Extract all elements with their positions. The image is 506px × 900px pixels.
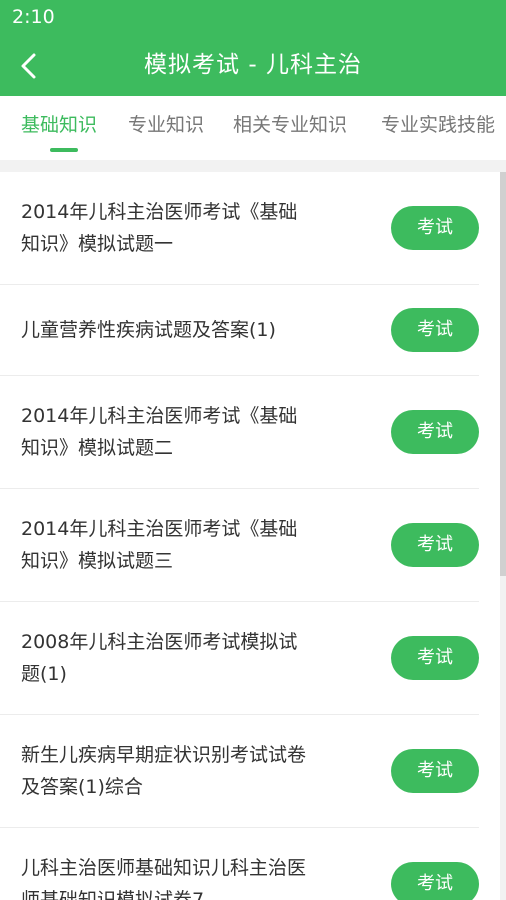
back-button[interactable] <box>14 50 46 82</box>
exam-button[interactable]: 考试 <box>391 410 479 454</box>
list-item: 新生儿疾病早期症状识别考试试卷及答案(1)综合 考试 <box>0 715 479 828</box>
exam-button[interactable]: 考试 <box>391 523 479 567</box>
app-bar: 模拟考试 - 儿科主治 <box>0 34 506 96</box>
tab-practical-skills[interactable]: 专业实践技能 <box>381 96 495 160</box>
exam-title: 儿科主治医师基础知识儿科主治医师基础知识模拟试卷7 <box>21 857 307 900</box>
exam-button[interactable]: 考试 <box>391 862 479 900</box>
scrollbar[interactable] <box>500 172 506 576</box>
exam-button[interactable]: 考试 <box>391 749 479 793</box>
exam-title: 2008年儿科主治医师考试模拟试题(1) <box>21 631 298 685</box>
status-bar: 2:10 <box>0 0 506 34</box>
tab-related-knowledge[interactable]: 相关专业知识 <box>233 96 347 160</box>
list-item: 2014年儿科主治医师考试《基础知识》模拟试题三 考试 <box>0 489 479 602</box>
exam-title: 2014年儿科主治医师考试《基础知识》模拟试题二 <box>21 405 298 459</box>
exam-button[interactable]: 考试 <box>391 636 479 680</box>
status-time: 2:10 <box>12 6 55 28</box>
chevron-left-icon <box>21 53 36 79</box>
exam-title: 儿童营养性疾病试题及答案(1) <box>21 319 276 341</box>
active-tab-indicator <box>50 148 78 152</box>
exam-button[interactable]: 考试 <box>391 206 479 250</box>
exam-title: 2014年儿科主治医师考试《基础知识》模拟试题三 <box>21 518 298 572</box>
page-title: 模拟考试 - 儿科主治 <box>144 52 362 78</box>
exam-title: 2014年儿科主治医师考试《基础知识》模拟试题一 <box>21 201 298 255</box>
list-item: 2014年儿科主治医师考试《基础知识》模拟试题二 考试 <box>0 376 479 489</box>
list-item: 儿童营养性疾病试题及答案(1) 考试 <box>0 285 479 376</box>
list-item: 2008年儿科主治医师考试模拟试题(1) 考试 <box>0 602 479 715</box>
list-item: 2014年儿科主治医师考试《基础知识》模拟试题一 考试 <box>0 172 479 285</box>
list-item: 儿科主治医师基础知识儿科主治医师基础知识模拟试卷7 考试 <box>0 828 479 900</box>
exam-button[interactable]: 考试 <box>391 308 479 352</box>
exam-list: 2014年儿科主治医师考试《基础知识》模拟试题一 考试 儿童营养性疾病试题及答案… <box>0 172 500 900</box>
tab-professional-knowledge[interactable]: 专业知识 <box>128 96 204 160</box>
exam-title: 新生儿疾病早期症状识别考试试卷及答案(1)综合 <box>21 744 307 798</box>
